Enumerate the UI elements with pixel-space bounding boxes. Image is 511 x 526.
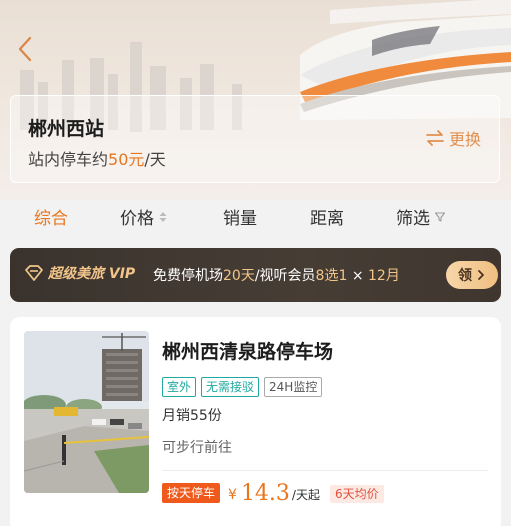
filter-icon: [434, 211, 446, 222]
header-banner: 郴州西站 站内停车约50元/天 更换: [0, 0, 511, 200]
station-card: 郴州西站 站内停车约50元/天 更换: [10, 95, 500, 183]
chevron-right-icon: [478, 270, 484, 280]
price-currency: ¥: [228, 487, 237, 503]
vip-promo-highlight1: 20天: [223, 268, 255, 284]
tab-filter[interactable]: 筛选: [396, 204, 446, 229]
price-row: 按天停车 ¥ 14.3 /天起 6天均价: [162, 483, 384, 505]
tab-filter-label: 筛选: [396, 209, 430, 229]
vip-crown-icon: [25, 265, 43, 281]
switch-station-button[interactable]: 更换: [425, 126, 481, 150]
parking-lot-photo: [24, 331, 149, 493]
tab-price[interactable]: 价格: [120, 204, 168, 229]
parking-lot-card[interactable]: 郴州西清泉路停车场 室外 无需接驳 24H监控 月销55份 可步行前往 按天停车…: [10, 317, 501, 526]
tab-sales-label: 销量: [223, 209, 257, 229]
sort-arrows-icon: [159, 211, 167, 222]
vip-promo-banner[interactable]: 超级美旅 VIP 免费停机场20天/视听会员8选1 × 12月 领: [10, 248, 501, 302]
vip-claim-label: 领: [458, 268, 472, 284]
tag-outdoor: 室外: [162, 377, 197, 397]
vip-logo-text: 超级美旅 VIP: [48, 266, 136, 282]
station-name: 郴州西站: [28, 118, 105, 140]
vip-promo-highlight2: 8选1: [315, 268, 348, 284]
tab-comprehensive[interactable]: 综合: [34, 204, 68, 229]
average-price-badge: 6天均价: [329, 485, 384, 503]
tag-24h-monitoring: 24H监控: [264, 377, 323, 397]
tab-distance[interactable]: 距离: [310, 204, 344, 229]
vip-promo-text: 免费停机场20天/视听会员8选1 × 12月: [153, 265, 400, 285]
parking-lot-image: [24, 331, 149, 493]
feature-tags: 室外 无需接驳 24H监控: [162, 377, 323, 397]
vip-promo-part2: /视听会员: [254, 268, 316, 284]
divider: [162, 470, 488, 471]
price-value: 14.3: [240, 481, 290, 506]
tab-sales[interactable]: 销量: [223, 204, 257, 229]
tab-distance-label: 距离: [310, 209, 344, 229]
monthly-sales: 月销55份: [162, 408, 222, 424]
sort-bar: 综合 价格 销量 距离 筛选: [0, 200, 511, 236]
walk-info: 可步行前往: [162, 440, 232, 456]
vip-promo-highlight3: 12月: [368, 268, 400, 284]
station-parking-description: 站内停车约50元/天: [28, 146, 166, 170]
daily-parking-badge: 按天停车: [162, 483, 221, 503]
station-desc-price: 50元: [108, 150, 145, 169]
tab-price-label: 价格: [120, 209, 154, 229]
vip-claim-button[interactable]: 领: [446, 261, 498, 289]
swap-arrows-icon: [426, 130, 444, 146]
station-desc-prefix: 站内停车约: [28, 150, 109, 169]
back-button[interactable]: [12, 34, 38, 64]
tab-comprehensive-label: 综合: [34, 209, 68, 229]
chevron-left-icon: [18, 36, 32, 62]
vip-promo-part3: ×: [347, 268, 369, 284]
tag-no-shuttle: 无需接驳: [201, 377, 260, 397]
switch-station-label: 更换: [448, 130, 481, 149]
parking-lot-title: 郴州西清泉路停车场: [162, 341, 334, 363]
price-unit: /天起: [291, 488, 320, 502]
vip-logo: 超级美旅 VIP: [24, 263, 135, 283]
station-desc-suffix: /天: [144, 150, 166, 169]
vip-promo-part1: 免费停机场: [153, 268, 223, 284]
